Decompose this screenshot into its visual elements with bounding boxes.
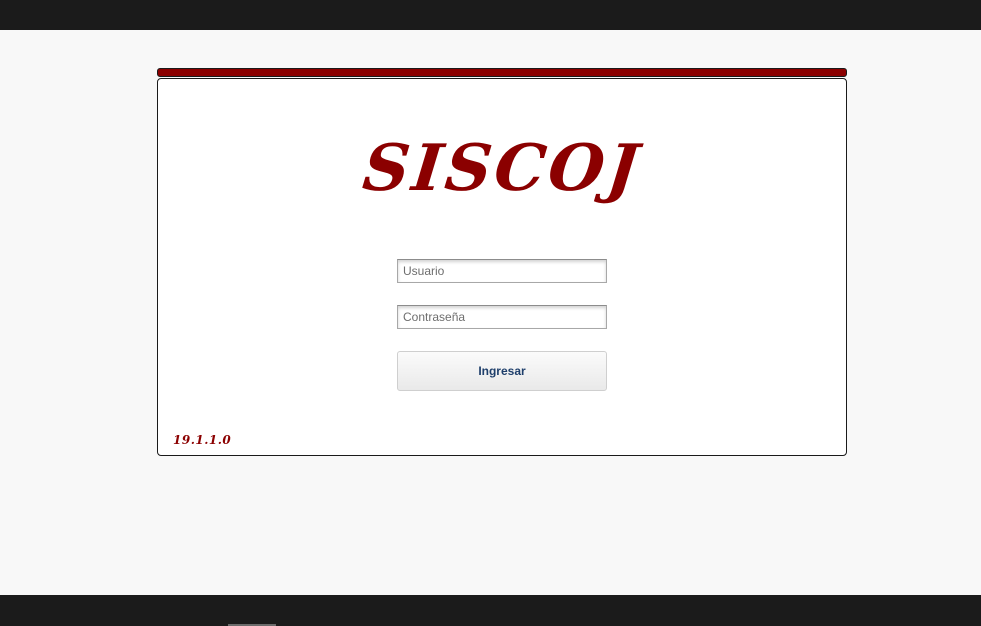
username-input[interactable] xyxy=(397,259,607,283)
login-button[interactable]: Ingresar xyxy=(397,351,607,391)
version-label: 19.1.1.0 xyxy=(173,433,232,447)
app-logo: SISCOJ xyxy=(359,131,645,206)
login-card: SISCOJ Ingresar 19.1.1.0 xyxy=(157,78,847,456)
top-bar xyxy=(0,0,981,30)
password-input[interactable] xyxy=(397,305,607,329)
header-strip xyxy=(157,68,847,77)
bottom-bar xyxy=(0,595,981,626)
